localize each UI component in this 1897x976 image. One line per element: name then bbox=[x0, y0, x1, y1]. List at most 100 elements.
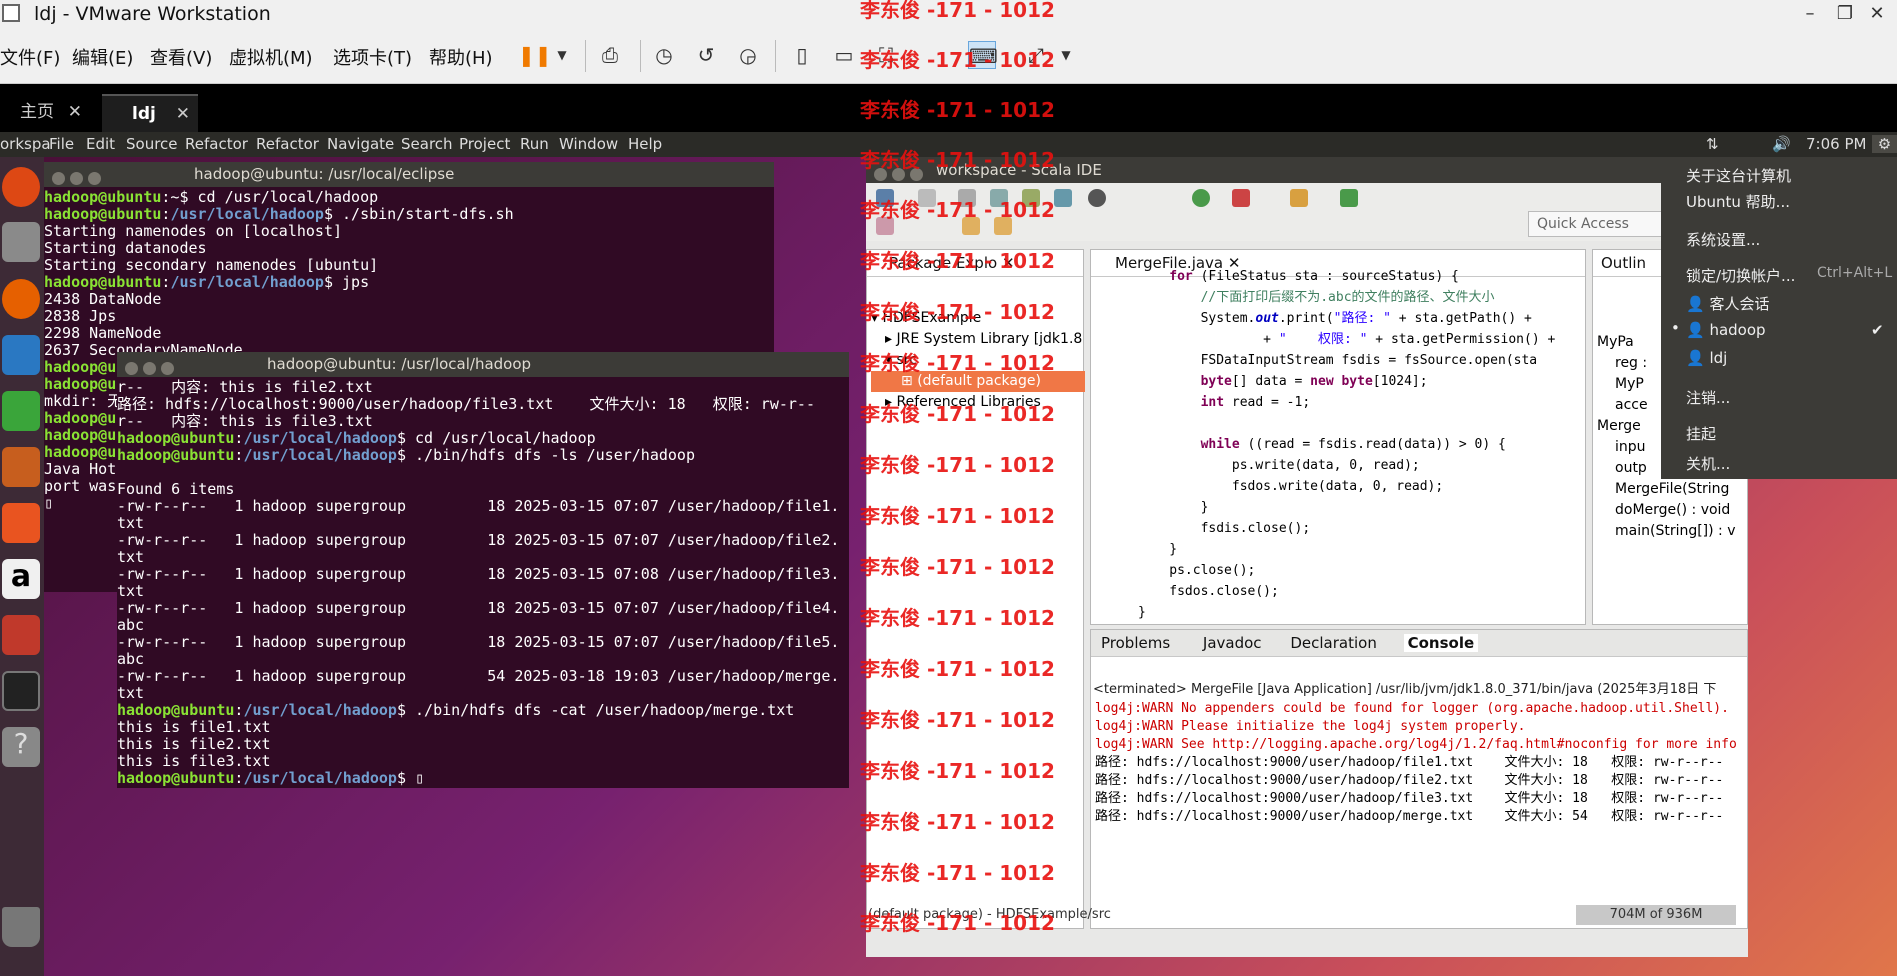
network-icon[interactable]: ⇅ bbox=[1706, 135, 1719, 153]
user-icon: 👤 bbox=[1686, 321, 1710, 339]
menu-lock[interactable]: 锁定/切换帐户... bbox=[1686, 265, 1795, 286]
lock-shortcut: Ctrl+Alt+L bbox=[1817, 265, 1893, 281]
watermark: 李东俊 -171 - 1012 bbox=[860, 911, 1055, 935]
watermark: 李东俊 -171 - 1012 bbox=[860, 759, 1055, 783]
vmware-icon bbox=[2, 4, 20, 22]
menu-help[interactable]: 帮助(H) bbox=[429, 44, 493, 70]
menu-user-hadoop[interactable]: 👤 hadoop bbox=[1686, 321, 1766, 339]
refresh-icon[interactable] bbox=[1340, 189, 1358, 207]
memory-indicator[interactable]: 704M of 936M bbox=[1576, 905, 1736, 925]
menu-guest-session[interactable]: 👤 客人会话 bbox=[1686, 293, 1769, 314]
menu-view[interactable]: 查看(V) bbox=[150, 44, 212, 70]
menu-run[interactable]: Run bbox=[520, 135, 549, 153]
help-icon[interactable]: ? bbox=[2, 727, 40, 767]
menu-system-settings[interactable]: 系统设置... bbox=[1686, 229, 1760, 250]
thumbnail-icon[interactable]: ▭ bbox=[830, 41, 858, 69]
check-icon: ✔ bbox=[1871, 321, 1884, 339]
bottom-tabbar: Problems Javadoc Declaration Console bbox=[1091, 630, 1747, 657]
close-button[interactable]: ✕ bbox=[1862, 2, 1892, 26]
terminal-window-hadoop[interactable]: hadoop@ubuntu: /usr/local/hadoop r-- 内容:… bbox=[117, 352, 849, 788]
outline-item[interactable]: MergeFile(String bbox=[1597, 479, 1736, 500]
tab-home[interactable]: 主页 ✕ bbox=[0, 94, 90, 132]
volume-icon[interactable]: 🔊 bbox=[1772, 135, 1791, 153]
separator bbox=[640, 40, 641, 72]
watermark: 李东俊 -171 - 1012 bbox=[860, 249, 1055, 273]
menu-edit[interactable]: Edit bbox=[86, 135, 115, 153]
menu-project[interactable]: Project bbox=[459, 135, 510, 153]
run-icon[interactable] bbox=[1192, 189, 1210, 207]
menu-logout[interactable]: 注销... bbox=[1686, 387, 1730, 408]
tab-declaration[interactable]: Declaration bbox=[1290, 634, 1376, 652]
outline-item[interactable]: doMerge() : void bbox=[1597, 500, 1736, 521]
watermark: 李东俊 -171 - 1012 bbox=[860, 98, 1055, 122]
snapshot-icon[interactable]: ◷ bbox=[650, 41, 678, 69]
impress-icon[interactable] bbox=[2, 447, 40, 487]
watermark: 李东俊 -171 - 1012 bbox=[860, 504, 1055, 528]
writer-icon[interactable] bbox=[2, 335, 40, 375]
editor-panel[interactable]: MergeFile.java ✕ for (FileStatus sta : s… bbox=[1090, 249, 1586, 625]
menu-source[interactable]: Source bbox=[126, 135, 178, 153]
close-icon[interactable]: ✕ bbox=[176, 96, 190, 132]
trash-icon[interactable] bbox=[2, 907, 40, 947]
menu-file[interactable]: 文件(F) bbox=[0, 44, 60, 70]
watermark: 李东俊 -171 - 1012 bbox=[860, 861, 1055, 885]
dropdown-icon[interactable]: ▼ bbox=[1052, 41, 1080, 69]
snapshot-manager-icon[interactable]: ◶ bbox=[734, 41, 762, 69]
settings-icon[interactable] bbox=[2, 615, 40, 655]
watermark: 李东俊 -171 - 1012 bbox=[860, 48, 1055, 72]
menu-user-ldj[interactable]: 👤 ldj bbox=[1686, 349, 1727, 367]
external-tools-icon[interactable] bbox=[1232, 189, 1250, 207]
menu-refactor[interactable]: Refactor bbox=[185, 135, 248, 153]
console-line: 路径: hdfs://localhost:9000/user/hadoop/me… bbox=[1095, 809, 1724, 824]
pause-icon[interactable]: ❚❚ bbox=[518, 41, 552, 69]
debug-icon[interactable] bbox=[1088, 189, 1106, 207]
console-output: <terminated> MergeFile [Java Application… bbox=[1091, 680, 1747, 826]
open-type-icon[interactable] bbox=[1290, 189, 1308, 207]
terminal-titlebar: hadoop@ubuntu: /usr/local/hadoop bbox=[117, 352, 849, 377]
outline-item[interactable]: main(String[]) : v bbox=[1597, 521, 1736, 542]
amazon-icon[interactable]: a bbox=[2, 559, 40, 599]
window-controls[interactable] bbox=[52, 168, 106, 193]
clock[interactable]: 7:06 PM bbox=[1806, 135, 1866, 153]
window-controls[interactable] bbox=[125, 358, 179, 383]
gear-icon[interactable]: ⚙ bbox=[1872, 135, 1897, 153]
console-line: log4j:WARN See http://logging.apache.org… bbox=[1095, 737, 1737, 752]
menu-vm[interactable]: 虚拟机(M) bbox=[229, 44, 313, 70]
minimize-button[interactable]: – bbox=[1795, 2, 1825, 26]
tab-problems[interactable]: Problems bbox=[1101, 634, 1170, 652]
dropdown-icon[interactable]: ▼ bbox=[548, 41, 576, 69]
class-icon[interactable] bbox=[1054, 189, 1072, 207]
menu-refactor-2[interactable]: Refactor bbox=[256, 135, 319, 153]
watermark: 李东俊 -171 - 1012 bbox=[860, 606, 1055, 630]
menu-shutdown[interactable]: 关机... bbox=[1686, 453, 1730, 474]
user-icon: 👤 bbox=[1686, 295, 1710, 313]
files-icon[interactable] bbox=[2, 222, 40, 262]
menu-edit[interactable]: 编辑(E) bbox=[72, 44, 133, 70]
tab-ldj[interactable]: ldj ✕ bbox=[102, 94, 198, 132]
ubuntu-logo-icon[interactable] bbox=[2, 167, 40, 207]
menu-about[interactable]: 关于这台计算机 bbox=[1686, 165, 1791, 186]
maximize-button[interactable]: ❐ bbox=[1830, 2, 1860, 26]
tab-javadoc[interactable]: Javadoc bbox=[1203, 634, 1262, 652]
menu-window[interactable]: Window bbox=[559, 135, 618, 153]
calc-icon[interactable] bbox=[2, 391, 40, 431]
close-icon[interactable]: ✕ bbox=[68, 94, 82, 130]
revert-snapshot-icon[interactable]: ↺ bbox=[692, 41, 720, 69]
watermark: 李东俊 -171 - 1012 bbox=[860, 453, 1055, 477]
menu-file[interactable]: File bbox=[49, 135, 74, 153]
watermark: 李东俊 -171 - 1012 bbox=[860, 0, 1055, 22]
menu-search[interactable]: Search bbox=[401, 135, 453, 153]
send-keys-icon[interactable]: ⎙ bbox=[596, 41, 624, 69]
code-editor[interactable]: for (FileStatus sta : sourceStatus) { //… bbox=[1091, 266, 1555, 623]
menu-help[interactable]: Help bbox=[628, 135, 662, 153]
tab-console[interactable]: Console bbox=[1403, 634, 1479, 652]
menu-ubuntu-help[interactable]: Ubuntu 帮助... bbox=[1686, 191, 1790, 212]
library-icon[interactable]: ▯ bbox=[788, 41, 816, 69]
menu-tabs[interactable]: 选项卡(T) bbox=[333, 44, 412, 70]
quick-access-input[interactable]: Quick Access bbox=[1528, 211, 1666, 237]
firefox-icon[interactable] bbox=[2, 279, 40, 319]
menu-navigate[interactable]: Navigate bbox=[327, 135, 394, 153]
terminal-icon[interactable] bbox=[2, 671, 40, 711]
software-center-icon[interactable] bbox=[2, 503, 40, 543]
menu-suspend[interactable]: 挂起 bbox=[1686, 423, 1716, 444]
